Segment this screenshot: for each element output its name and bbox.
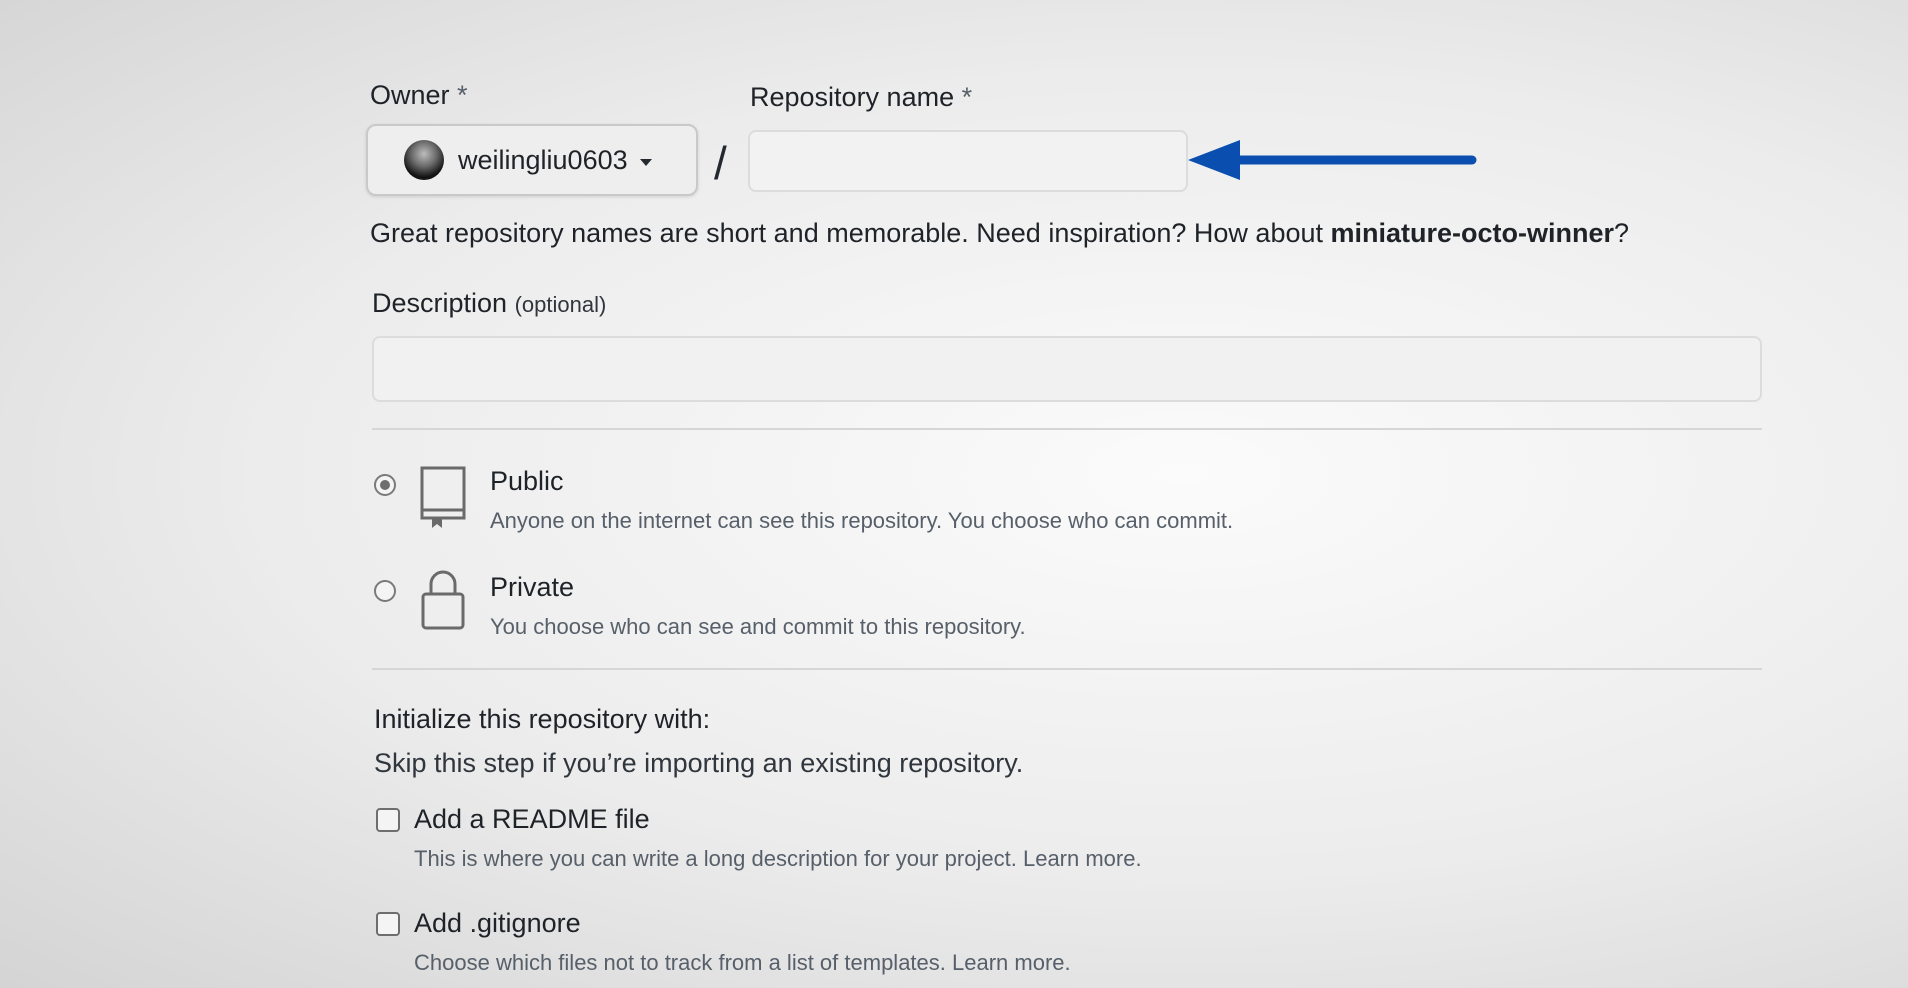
owner-label: Owner * bbox=[370, 80, 468, 111]
repo-book-icon bbox=[420, 466, 466, 528]
caret-down-icon bbox=[639, 158, 652, 166]
initialize-title: Initialize this repository with: bbox=[374, 704, 711, 734]
owner-label-text: Owner bbox=[370, 80, 450, 110]
gitignore-learn-more-link[interactable]: Learn more. bbox=[952, 950, 1071, 975]
public-radio[interactable] bbox=[374, 474, 396, 496]
readme-checkbox[interactable] bbox=[376, 808, 400, 832]
readme-learn-more-link[interactable]: Learn more. bbox=[1023, 846, 1142, 871]
public-title: Public bbox=[490, 466, 564, 496]
gitignore-description: Choose which files not to track from a l… bbox=[414, 950, 1071, 976]
create-repository-form: Owner * weilingliu0603 / Repository name… bbox=[0, 0, 1908, 988]
repository-name-input[interactable] bbox=[748, 130, 1188, 192]
hint-suffix: ? bbox=[1614, 218, 1630, 248]
repository-name-hint: Great repository names are short and mem… bbox=[370, 218, 1629, 249]
name-suggestion[interactable]: miniature-octo-winner bbox=[1331, 218, 1615, 248]
initialize-subtitle: Skip this step if you’re importing an ex… bbox=[374, 748, 1024, 778]
avatar bbox=[404, 140, 444, 180]
private-description: You choose who can see and commit to thi… bbox=[490, 614, 1026, 639]
divider bbox=[372, 428, 1762, 430]
private-title: Private bbox=[490, 572, 575, 602]
repository-name-label: Repository name * bbox=[750, 82, 972, 113]
owner-dropdown[interactable]: weilingliu0603 bbox=[366, 124, 698, 196]
description-input[interactable] bbox=[372, 336, 1762, 402]
description-label: Description (optional) bbox=[372, 288, 606, 319]
private-radio[interactable] bbox=[374, 580, 396, 602]
owner-name: weilingliu0603 bbox=[458, 144, 628, 175]
gitignore-checkbox[interactable] bbox=[376, 912, 400, 936]
repository-name-label-text: Repository name bbox=[750, 82, 955, 112]
gitignore-title: Add .gitignore bbox=[414, 908, 581, 938]
readme-description-text: This is where you can write a long descr… bbox=[414, 846, 1017, 871]
hint-text: Great repository names are short and mem… bbox=[370, 218, 1331, 248]
readme-description: This is where you can write a long descr… bbox=[414, 846, 1142, 872]
owner-repo-separator: / bbox=[714, 137, 727, 189]
owner-required-mark: * bbox=[457, 80, 468, 110]
lock-icon bbox=[421, 570, 465, 630]
arrow-left-icon bbox=[1188, 140, 1477, 180]
description-label-text: Description bbox=[372, 288, 508, 318]
divider bbox=[372, 668, 1762, 670]
public-description: Anyone on the internet can see this repo… bbox=[490, 508, 1234, 533]
description-optional: (optional) bbox=[514, 292, 607, 317]
readme-title: Add a README file bbox=[414, 804, 650, 834]
gitignore-description-text: Choose which files not to track from a l… bbox=[414, 950, 946, 975]
repository-required-mark: * bbox=[961, 82, 973, 112]
